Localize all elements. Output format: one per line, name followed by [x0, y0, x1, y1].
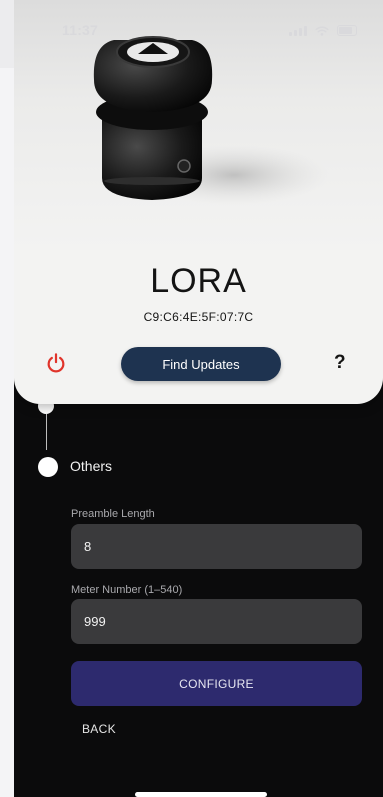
status-bar: 11:37 — [14, 0, 383, 44]
meter-number-label: Meter Number (1–540) — [71, 584, 183, 596]
signal-icon — [289, 25, 307, 36]
home-indicator — [135, 792, 267, 797]
preamble-length-input[interactable]: 8 — [71, 524, 362, 569]
status-icons — [289, 25, 357, 36]
meter-number-value: 999 — [84, 614, 106, 629]
battery-icon — [337, 25, 357, 36]
phone-screen: LORA C9:C6:4E:5F:07:7C Find Updates ? 11… — [14, 0, 383, 797]
configure-button[interactable]: CONFIGURE — [71, 661, 362, 706]
step-label-others[interactable]: Others — [70, 458, 112, 474]
step-connector — [46, 414, 47, 450]
device-mac-address: C9:C6:4E:5F:07:7C — [143, 310, 254, 324]
preamble-length-value: 8 — [84, 539, 92, 554]
back-button[interactable]: BACK — [82, 722, 116, 736]
device-card: LORA C9:C6:4E:5F:07:7C Find Updates ? — [14, 0, 383, 404]
preamble-length-label: Preamble Length — [71, 508, 155, 520]
help-button[interactable]: ? — [334, 352, 346, 374]
wifi-icon — [315, 26, 329, 36]
step-indicator-others[interactable] — [38, 457, 58, 477]
device-name: LORA — [150, 262, 247, 300]
power-icon — [47, 353, 65, 373]
power-button[interactable] — [43, 350, 69, 376]
find-updates-button[interactable]: Find Updates — [121, 347, 281, 381]
meter-number-input[interactable]: 999 — [71, 599, 362, 644]
status-time: 11:37 — [62, 22, 99, 38]
